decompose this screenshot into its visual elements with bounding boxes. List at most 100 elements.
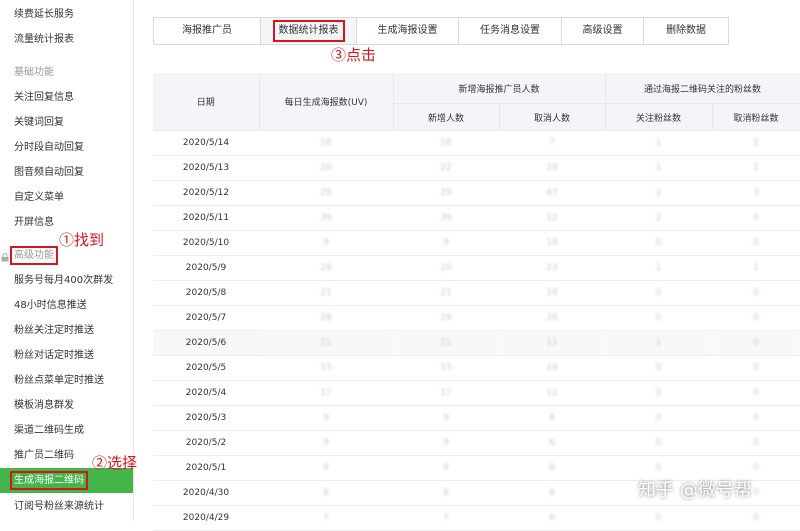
cell-cancel-fans: 0 [712,380,800,406]
table-row: 2020/5/4 17 17 12 0 0 [153,380,800,406]
cell-follow-fans: 1 [605,255,713,281]
sidebar-item-keyword-reply[interactable]: 关键词回复 [0,110,133,135]
cell-daily-posters: 8 [259,480,393,506]
sidebar-item-follow-push[interactable]: 粉丝关注定时推送 [0,318,133,343]
sidebar-item-chat-push[interactable]: 粉丝对话定时推送 [0,343,133,368]
sidebar-item-poster-qr-label: 生成海报二维码 [10,471,88,490]
cell-cancel-count: 8 [499,405,606,431]
cell-follow-fans: 2 [605,205,713,231]
cell-daily-posters: 17 [259,380,393,406]
table-row: 2020/5/2 9 9 6 0 0 [153,430,800,456]
cell-cancel-count: 8 [499,455,606,481]
cell-cancel-count: 23 [499,255,606,281]
cell-daily-posters: 9 [259,455,393,481]
stats-table: 日期 每日生成海报数(UV) 新增海报推广员人数 通过海报二维码关注的粉丝数 新… [153,73,800,531]
cell-date: 2020/5/11 [153,205,259,231]
cell-cancel-count: 18 [499,155,606,181]
cell-daily-posters: 9 [259,230,393,256]
tab-data-report-label: 数据统计报表 [272,20,345,42]
sidebar-item-traffic-report[interactable]: 流量统计报表 [0,27,133,52]
tab-data-report[interactable]: 数据统计报表 [261,18,357,44]
sidebar-section-basic: 基础功能 [14,67,54,78]
cell-date: 2020/4/29 [153,505,259,531]
cell-daily-posters: 15 [259,355,393,381]
stats-table-body: 2020/5/14 18 18 7 1 2 2020/5/13 20 22 18 1 1 2020/5/… [153,130,800,531]
cell-cancel-count: 12 [499,205,606,231]
cell-date: 2020/5/9 [153,255,259,281]
cell-new-count: 29 [393,305,499,331]
table-row: 2020/5/12 28 29 47 2 3 [153,180,800,206]
cell-follow-fans: 0 [605,280,713,306]
cell-daily-posters: 9 [259,430,393,456]
cell-follow-fans: 0 [605,405,713,431]
cell-cancel-fans: 0 [712,230,800,256]
cell-cancel-count: 28 [499,280,606,306]
cell-cancel-count: 11 [499,330,606,356]
sidebar-item-media-reply[interactable]: 图音频自动回复 [0,160,133,185]
cell-cancel-fans: 0 [712,430,800,456]
cell-follow-fans: 1 [605,330,713,356]
tab-task-message-settings[interactable]: 任务消息设置 [459,18,562,44]
cell-new-count: 9 [393,430,499,456]
tab-advanced-settings[interactable]: 高级设置 [562,18,644,44]
cell-new-count: 22 [393,155,499,181]
table-row: 2020/5/5 15 15 14 0 0 [153,355,800,381]
cell-new-count: 9 [393,405,499,431]
sidebar-item-48h-push[interactable]: 48小时信息推送 [0,293,133,318]
cell-new-count: 8 [393,480,499,506]
cell-new-count: 17 [393,380,499,406]
cell-new-count: 20 [393,255,499,281]
cell-follow-fans: 0 [605,505,713,531]
sidebar-item-template-send[interactable]: 模板消息群发 [0,393,133,418]
cell-new-count: 29 [393,180,499,206]
cell-date: 2020/5/14 [153,130,259,156]
cell-new-count: 7 [393,505,499,531]
cell-daily-posters: 21 [259,280,393,306]
sidebar-item-follow-reply[interactable]: 关注回复信息 [0,85,133,110]
cell-cancel-count: 28 [499,305,606,331]
annotation-find: ①找到 [59,231,105,249]
cell-cancel-fans: 2 [712,130,800,156]
sidebar-item-channel-qr[interactable]: 渠道二维码生成 [0,418,133,443]
cell-new-count: 9 [393,455,499,481]
cell-cancel-count: 6 [499,505,606,531]
cell-daily-posters: 21 [259,330,393,356]
cell-follow-fans: 1 [605,130,713,156]
tab-delete-data[interactable]: 删除数据 [644,18,728,44]
tab-poster-settings[interactable]: 生成海报设置 [357,18,459,44]
cell-follow-fans: 0 [605,380,713,406]
sidebar-item-custom-menu[interactable]: 自定义菜单 [0,185,133,210]
cell-cancel-fans: 0 [712,405,800,431]
cell-cancel-fans: 0 [712,505,800,531]
table-row: 2020/5/14 18 18 7 1 2 [153,130,800,156]
cell-date: 2020/5/3 [153,405,259,431]
table-row: 2020/5/6 21 21 11 1 0 [153,330,800,356]
cell-cancel-count: 14 [499,355,606,381]
sidebar-item-timed-reply[interactable]: 分时段自动回复 [0,135,133,160]
table-row: 2020/5/7 28 29 28 0 0 [153,305,800,331]
cell-follow-fans: 2 [605,180,713,206]
cell-follow-fans: 0 [605,230,713,256]
cell-new-count: 18 [393,130,499,156]
cell-new-count: 15 [393,355,499,381]
sidebar-item-fans-source[interactable]: 订阅号粉丝来源统计 [0,494,133,519]
cell-cancel-fans: 0 [712,280,800,306]
sidebar-section-advanced-label: 高级功能 [10,246,58,265]
sidebar-item-renew[interactable]: 续费延长服务 [0,2,133,27]
cell-new-count: 21 [393,330,499,356]
sidebar-item-menu-push[interactable]: 粉丝点菜单定时推送 [0,368,133,393]
tab-poster-promoter[interactable]: 海报推广员 [154,18,261,44]
cell-daily-posters: 36 [259,205,393,231]
cell-follow-fans: 0 [605,355,713,381]
cell-follow-fans: 0 [605,430,713,456]
col-header-follow-fans: 关注粉丝数 [605,103,713,131]
table-row: 2020/5/8 21 21 28 0 0 [153,280,800,306]
cell-date: 2020/5/12 [153,180,259,206]
cell-daily-posters: 29 [259,255,393,281]
cell-date: 2020/5/10 [153,230,259,256]
cell-cancel-count: 12 [499,380,606,406]
sidebar-item-mass-send[interactable]: 服务号每月400次群发 [0,268,133,293]
cell-follow-fans: 1 [605,155,713,181]
cell-daily-posters: 28 [259,180,393,206]
table-row: 2020/5/11 36 36 12 2 0 [153,205,800,231]
